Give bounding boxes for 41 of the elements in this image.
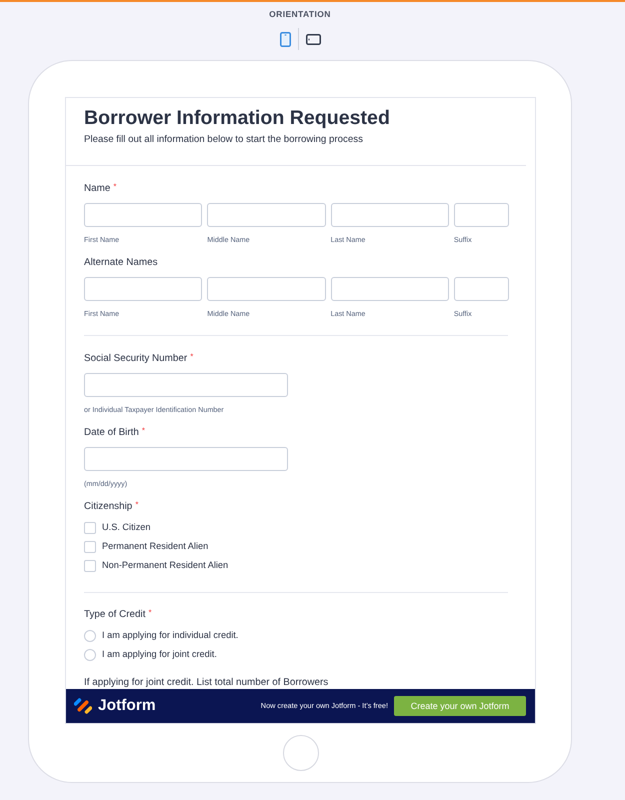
- form-title: Borrower Information Requested: [84, 106, 390, 130]
- input-field[interactable]: [330, 203, 449, 227]
- checkbox[interactable]: [84, 522, 96, 534]
- input-field[interactable]: [84, 277, 202, 301]
- question-label: Name: [84, 182, 110, 196]
- question-label: Citizenship: [84, 500, 132, 514]
- option-label: Permanent Resident Alien: [102, 540, 208, 553]
- question-label: Social Security Number: [84, 352, 188, 366]
- tablet-portrait-icon[interactable]: [280, 32, 290, 46]
- required-asterisk: *: [113, 182, 116, 192]
- brand-name: Jotform: [98, 696, 156, 716]
- stripes-logo-icon: [74, 697, 92, 715]
- input-field[interactable]: [84, 373, 288, 397]
- radio-button[interactable]: [84, 648, 96, 660]
- input-field[interactable]: [207, 203, 326, 227]
- option-label: U.S. Citizen: [102, 521, 151, 534]
- home-button[interactable]: [282, 735, 318, 771]
- input-field[interactable]: [330, 277, 449, 301]
- checkbox[interactable]: [84, 540, 96, 552]
- option-label: Non-Permanent Resident Alien: [102, 559, 228, 572]
- question-label: Alternate Names: [84, 256, 158, 270]
- question-label: Type of Credit: [84, 608, 146, 622]
- question-label: If applying for joint credit. List total number of Borrowers: [84, 676, 328, 690]
- input-field[interactable]: [454, 277, 509, 301]
- required-asterisk: *: [190, 352, 194, 362]
- required-asterisk: *: [135, 500, 138, 510]
- create-form-button[interactable]: Create your own Jotform: [394, 696, 526, 716]
- option-label: I am applying for joint credit.: [102, 648, 217, 661]
- option-label: I am applying for individual credit.: [102, 629, 238, 642]
- form-subtitle: Please fill out all information below to start the borrowing process: [84, 133, 363, 147]
- orientation-title: ORIENTATION: [269, 8, 331, 20]
- input-field[interactable]: [454, 203, 509, 227]
- question-label: Date of Birth: [84, 426, 139, 440]
- input-field[interactable]: [207, 277, 326, 301]
- input-field[interactable]: [84, 203, 202, 227]
- tablet-landscape-icon[interactable]: [306, 34, 320, 44]
- required-asterisk: *: [142, 426, 146, 436]
- checkbox[interactable]: [84, 560, 96, 572]
- radio-button[interactable]: [84, 630, 96, 642]
- required-asterisk: *: [148, 608, 152, 618]
- input-field[interactable]: [84, 447, 288, 471]
